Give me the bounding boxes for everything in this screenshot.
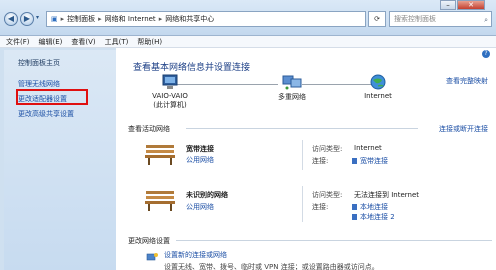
active-networks-title: 查看活动网络 [128, 125, 170, 133]
breadcrumb-network-internet[interactable]: 网络和 Internet [105, 14, 156, 24]
breadcrumb[interactable]: ▣ ▸ 控制面板 ▸ 网络和 Internet ▸ 网络和共享中心 [46, 11, 366, 27]
connection-label: 连接: [312, 203, 329, 211]
connection-label: 连接: [312, 157, 329, 165]
multiple-networks-icon [282, 75, 302, 90]
map-node-computer[interactable]: VAIO-VAIO (此计算机) [140, 74, 200, 110]
setup-description: 设置无线、宽带、拨号、临时或 VPN 连接；或设置路由器或访问点。 [164, 263, 379, 270]
access-type-label: 访问类型: [312, 191, 343, 199]
globe-icon [370, 74, 386, 90]
connection-icon [352, 204, 357, 210]
menu-view[interactable]: 查看(V) [71, 37, 95, 47]
connect-disconnect-link[interactable]: 连接或断开连接 [439, 124, 488, 134]
bench-icon [145, 145, 175, 165]
change-settings-title: 更改网络设置 [128, 237, 170, 245]
connection-icon [352, 214, 357, 220]
search-icon: ⌕ [484, 16, 488, 24]
search-input[interactable]: 搜索控制面板 ⌕ [389, 11, 492, 27]
menu-tools[interactable]: 工具(T) [105, 37, 129, 47]
connection-link[interactable]: 宽带连接 [352, 156, 388, 166]
breadcrumb-control-panel[interactable]: 控制面板 [67, 14, 95, 24]
highlight-box [16, 89, 88, 105]
setup-connection-link[interactable]: 设置新的连接或网络 [164, 250, 227, 260]
back-button-icon[interactable]: ◀ [4, 12, 18, 26]
divider [186, 128, 418, 129]
refresh-button[interactable]: ⟳ [368, 11, 386, 27]
access-type-value: 无法连接到 Internet [354, 191, 420, 199]
connection-link[interactable]: 本地连接 [352, 202, 388, 212]
map-node-internet[interactable]: Internet [348, 74, 408, 100]
computer-icon [162, 74, 178, 89]
access-type-label: 访问类型: [312, 145, 343, 153]
full-map-link[interactable]: 查看完整映射 [446, 76, 488, 86]
new-connection-icon [146, 253, 158, 261]
map-node-name: 多重网络 [278, 93, 306, 101]
history-dropdown-icon[interactable]: ▾ [36, 14, 39, 21]
access-type-value: Internet [354, 144, 382, 152]
bench-icon [145, 191, 175, 211]
minimize-button[interactable]: – [440, 0, 456, 10]
network-type-link[interactable]: 公用网络 [186, 155, 214, 165]
close-button[interactable]: ✕ [457, 0, 485, 10]
sidebar: 控制面板主页 管理无线网络 更改适配器设置 更改高级共享设置 [4, 50, 116, 270]
sidebar-home[interactable]: 控制面板主页 [18, 58, 60, 68]
menu-bar: 文件(F) 编辑(E) 查看(V) 工具(T) 帮助(H) [0, 36, 496, 48]
control-panel-icon: ▣ [51, 15, 58, 23]
address-bar: ◀ ▶ ▾ ▣ ▸ 控制面板 ▸ 网络和 Internet ▸ 网络和共享中心 … [0, 0, 496, 36]
connection-link[interactable]: 本地连接 2 [352, 212, 395, 222]
sidebar-item-advanced-sharing[interactable]: 更改高级共享设置 [18, 109, 74, 119]
connection-icon [352, 158, 357, 164]
map-node-name: Internet [364, 92, 392, 100]
network-name: 未识别的网络 [186, 191, 228, 199]
map-node-multiple-networks[interactable]: 多重网络 [262, 74, 322, 102]
main-panel: ? 查看基本网络信息并设置连接 查看完整映射 VAIO-VAIO (此计算机) … [116, 48, 496, 270]
divider [302, 140, 303, 170]
map-node-name: VAIO-VAIO [152, 92, 188, 100]
page-title: 查看基本网络信息并设置连接 [133, 63, 251, 73]
breadcrumb-sharing-center[interactable]: 网络和共享中心 [165, 14, 214, 24]
menu-file[interactable]: 文件(F) [6, 37, 30, 47]
network-name: 宽带连接 [186, 145, 214, 153]
network-type-link[interactable]: 公用网络 [186, 202, 214, 212]
sidebar-item-wireless[interactable]: 管理无线网络 [18, 79, 60, 89]
menu-help[interactable]: 帮助(H) [137, 37, 162, 47]
forward-button-icon[interactable]: ▶ [20, 12, 34, 26]
map-node-sub: (此计算机) [153, 101, 187, 109]
help-icon[interactable]: ? [482, 50, 490, 58]
divider [302, 186, 303, 222]
divider [176, 240, 492, 241]
menu-edit[interactable]: 编辑(E) [39, 37, 63, 47]
